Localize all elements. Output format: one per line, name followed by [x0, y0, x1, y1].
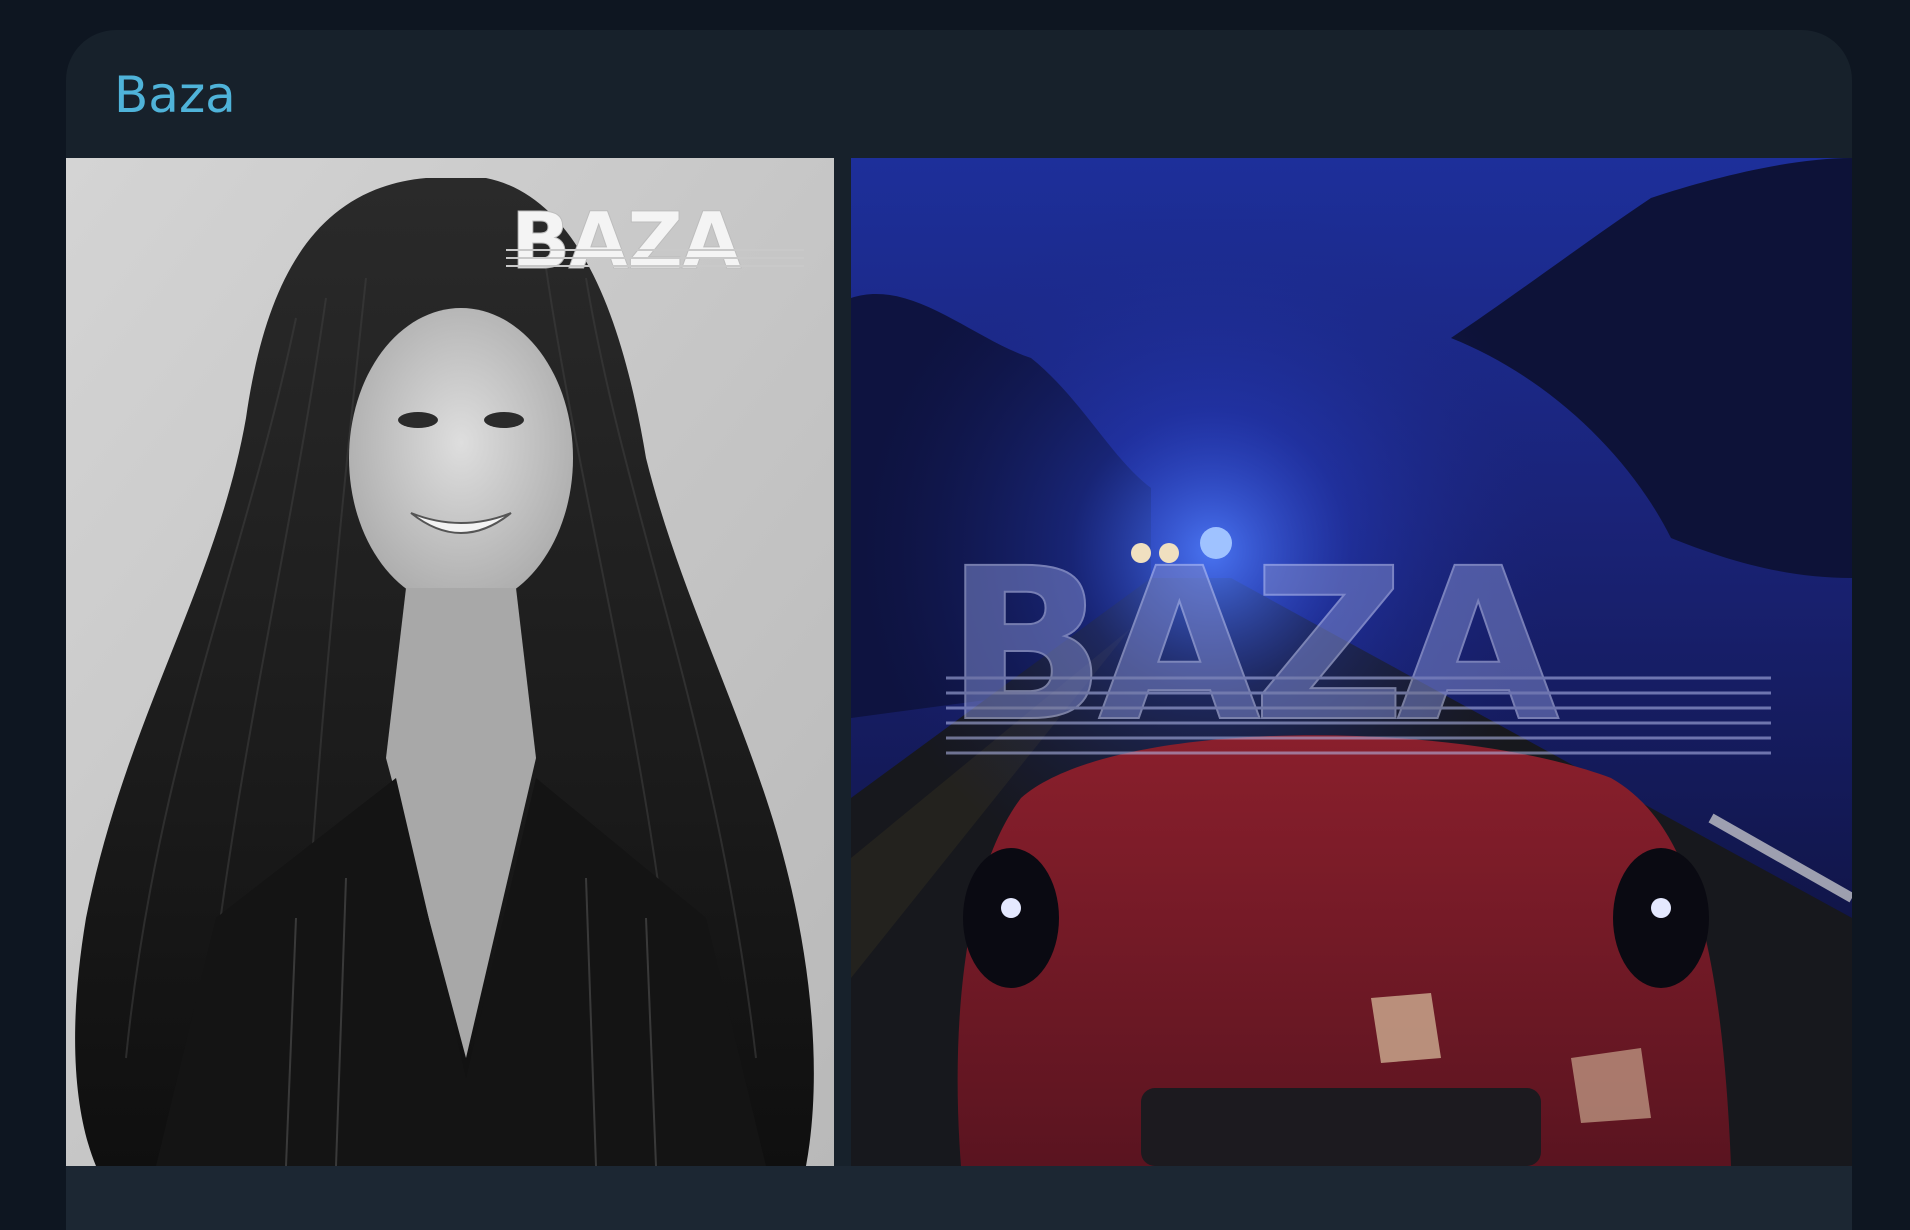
svg-text:BAZA: BAZA — [511, 197, 741, 287]
message-bubble: Baza BAZA BAZA — [66, 30, 1852, 1230]
portrait-image: BAZA — [66, 158, 834, 1166]
media-photo-portrait[interactable]: BAZA — [66, 158, 834, 1166]
svg-text:BAZA: BAZA — [946, 523, 1559, 768]
message-footer — [66, 1166, 1852, 1230]
sender-name[interactable]: Baza — [114, 70, 236, 120]
car-night-image: BAZA — [851, 158, 1852, 1166]
media-photo-car[interactable]: BAZA — [851, 158, 1852, 1166]
